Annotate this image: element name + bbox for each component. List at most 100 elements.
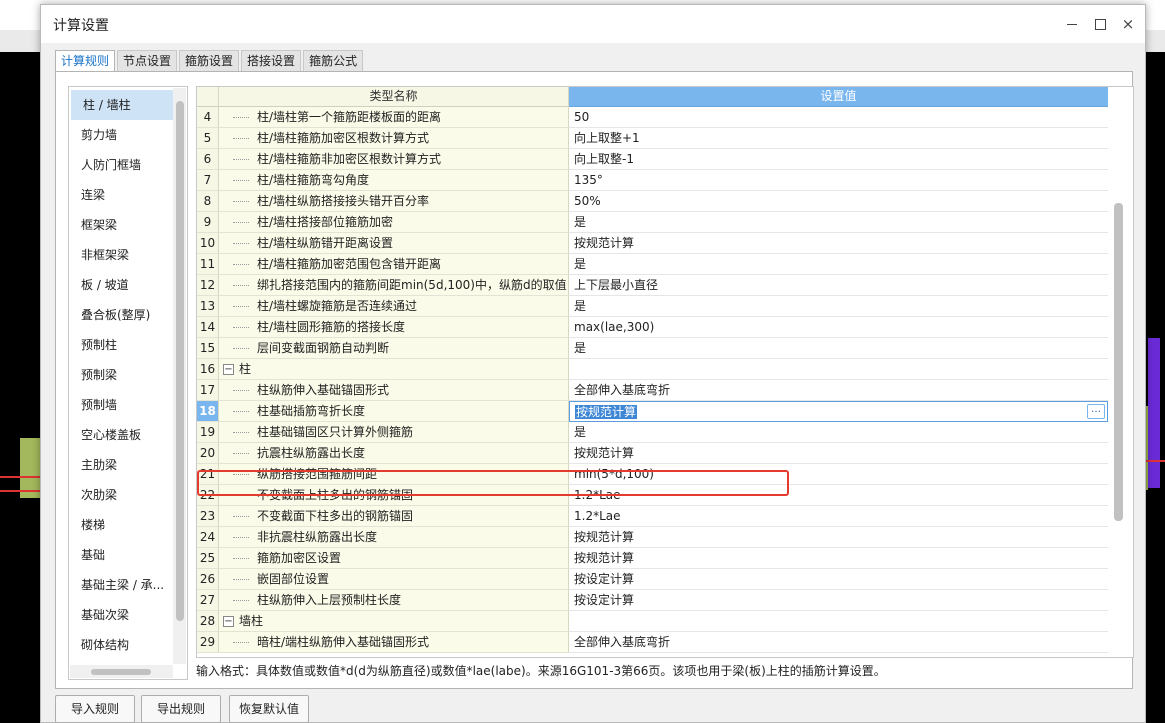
list-item[interactable]: 基础次梁 [69,600,173,630]
row-value-editor[interactable]: 按规范计算 … [569,401,1108,422]
list-item[interactable]: 非框架梁 [69,240,173,270]
table-row[interactable]: 14 柱/墙柱圆形箍筋的搭接长度 max(lae,300) [197,317,1108,338]
list-item[interactable]: 框架梁 [69,210,173,240]
header-type-name[interactable]: 类型名称 [219,87,569,107]
row-value[interactable]: 50% [569,191,1108,212]
table-row[interactable]: 7 柱/墙柱箍筋弯勾角度 135° [197,170,1108,191]
list-item[interactable]: 剪力墙 [69,120,173,150]
row-value[interactable]: 135° [569,170,1108,191]
table-row[interactable]: 27 柱纵筋伸入上层预制柱长度 按设定计算 [197,590,1108,611]
collapse-icon[interactable]: − [223,364,234,375]
table-row[interactable]: 9 柱/墙柱搭接部位箍筋加密 是 [197,212,1108,233]
list-item[interactable]: 预制梁 [69,360,173,390]
table-group-row[interactable]: 16 − 柱 [197,359,1108,380]
maximize-icon[interactable] [1089,13,1111,35]
row-index: 25 [197,548,219,569]
list-item[interactable]: 基础 [69,540,173,570]
tab-node-settings[interactable]: 节点设置 [117,50,178,71]
row-value[interactable]: 50 [569,107,1108,128]
tab-stirrup-settings[interactable]: 箍筋设置 [179,50,240,71]
row-index: 23 [197,506,219,527]
title-bar[interactable]: 计算设置 × [41,5,1145,43]
row-value[interactable]: 上下层最小直径 [569,275,1108,296]
table-row[interactable]: 20 抗震柱纵筋露出长度 按规范计算 [197,443,1108,464]
row-value[interactable]: max(lae,300) [569,317,1108,338]
ellipsis-icon[interactable]: … [1087,404,1105,419]
tab-calc-rules[interactable]: 计算规则 [55,50,116,72]
row-value[interactable]: 是 [569,296,1108,317]
row-name: 非抗震柱纵筋露出长度 [257,530,378,544]
restore-defaults-button[interactable]: 恢复默认值 [229,695,309,723]
list-item[interactable]: 基础主梁 / 承... [69,570,173,600]
table-group-row[interactable]: 28 − 墙柱 [197,611,1108,632]
close-icon[interactable]: × [1117,13,1139,35]
tab-stirrup-formula[interactable]: 箍筋公式 [303,50,364,71]
table-vertical-scroll-thumb[interactable] [1114,203,1123,521]
row-value[interactable]: 全部伸入基底弯折 [569,380,1108,401]
row-value[interactable]: 按规范计算 [569,233,1108,254]
list-item[interactable]: 空心楼盖板 [69,420,173,450]
table-row[interactable]: 10 柱/墙柱纵筋错开距离设置 按规范计算 [197,233,1108,254]
import-rules-button[interactable]: 导入规则 [55,695,135,723]
table-row[interactable]: 21 纵筋搭接范围箍筋间距 min(5*d,100) [197,464,1108,485]
table-row[interactable]: 25 箍筋加密区设置 按规范计算 [197,548,1108,569]
group-name: 柱 [239,362,252,376]
list-item[interactable]: 人防门框墙 [69,150,173,180]
header-setting-value[interactable]: 设置值 [569,87,1108,107]
table-row[interactable]: 5 柱/墙柱箍筋加密区根数计算方式 向上取整+1 [197,128,1108,149]
table-row[interactable]: 22 不变截面上柱多出的钢筋锚固 1.2*Lae [197,485,1108,506]
row-name-cell: 不变截面下柱多出的钢筋锚固 [219,506,569,527]
row-value[interactable]: 按设定计算 [569,590,1108,611]
list-item[interactable]: 连梁 [69,180,173,210]
table-row[interactable]: 17 柱纵筋伸入基础锚固形式 全部伸入基底弯折 [197,380,1108,401]
list-item[interactable]: 预制柱 [69,330,173,360]
row-value[interactable]: 向上取整-1 [569,149,1108,170]
table-row[interactable]: 19 柱基础锚固区只计算外侧箍筋 是 [197,422,1108,443]
row-value[interactable]: min(5*d,100) [569,464,1108,485]
calc-settings-dialog: 计算设置 × 计算规则 节点设置 箍筋设置 搭接设置 箍筋公式 柱 / 墙柱 剪… [40,4,1146,723]
tab-lap-settings[interactable]: 搭接设置 [241,50,302,71]
table-row-selected[interactable]: 18 柱基础插筋弯折长度 按规范计算… [197,401,1108,422]
list-item[interactable]: 主肋梁 [69,450,173,480]
row-name-cell: 嵌固部位设置 [219,569,569,590]
list-item[interactable]: 叠合板(整厚) [69,300,173,330]
row-value[interactable]: 是 [569,212,1108,233]
table-row[interactable]: 29 暗柱/端柱纵筋伸入基础锚固形式 全部伸入基底弯折 [197,632,1108,653]
row-value[interactable]: 按规范计算 [569,548,1108,569]
list-item[interactable]: 板 / 坡道 [69,270,173,300]
table-row[interactable]: 26 嵌固部位设置 按设定计算 [197,569,1108,590]
table-row[interactable]: 6 柱/墙柱箍筋非加密区根数计算方式 向上取整-1 [197,149,1108,170]
selected-value-text[interactable]: 按规范计算 [575,405,638,419]
row-name-cell: − 墙柱 [219,611,569,632]
row-value[interactable]: 按规范计算 [569,527,1108,548]
minimize-icon[interactable] [1061,13,1083,35]
table-row[interactable]: 24 非抗震柱纵筋露出长度 按规范计算 [197,527,1108,548]
background-toolbar-strip [0,30,40,52]
row-name: 柱/墙柱搭接部位箍筋加密 [257,215,394,229]
export-rules-button[interactable]: 导出规则 [141,695,221,723]
list-item[interactable]: 楼梯 [69,510,173,540]
list-item[interactable]: 预制墙 [69,390,173,420]
row-value[interactable]: 向上取整+1 [569,128,1108,149]
table-row[interactable]: 12 绑扎搭接范围内的箍筋间距min(5d,100)中，纵筋d的取值 上下层最小… [197,275,1108,296]
list-item[interactable]: 次肋梁 [69,480,173,510]
row-value[interactable]: 1.2*Lae [569,506,1108,527]
row-value[interactable]: 是 [569,422,1108,443]
list-item[interactable]: 柱 / 墙柱 [71,90,173,120]
row-value[interactable]: 全部伸入基底弯折 [569,632,1108,653]
row-value[interactable]: 是 [569,338,1108,359]
row-value[interactable]: 1.2*Lae [569,485,1108,506]
collapse-icon[interactable]: − [223,616,234,627]
row-value[interactable]: 按规范计算 [569,443,1108,464]
table-row[interactable]: 13 柱/墙柱螺旋箍筋是否连续通过 是 [197,296,1108,317]
table-row[interactable]: 8 柱/墙柱纵筋搭接接头错开百分率 50% [197,191,1108,212]
list-item[interactable]: 砌体结构 [69,630,173,660]
table-row[interactable]: 4 柱/墙柱第一个箍筋距楼板面的距离 50 [197,107,1108,128]
row-value[interactable]: 是 [569,254,1108,275]
table-row[interactable]: 11 柱/墙柱箍筋加密范围包含错开距离 是 [197,254,1108,275]
list-horizontal-scroll-thumb[interactable] [91,669,151,675]
list-vertical-scroll-thumb[interactable] [176,101,184,621]
table-row[interactable]: 15 层间变截面钢筋自动判断 是 [197,338,1108,359]
table-row[interactable]: 23 不变截面下柱多出的钢筋锚固 1.2*Lae [197,506,1108,527]
row-value[interactable]: 按设定计算 [569,569,1108,590]
